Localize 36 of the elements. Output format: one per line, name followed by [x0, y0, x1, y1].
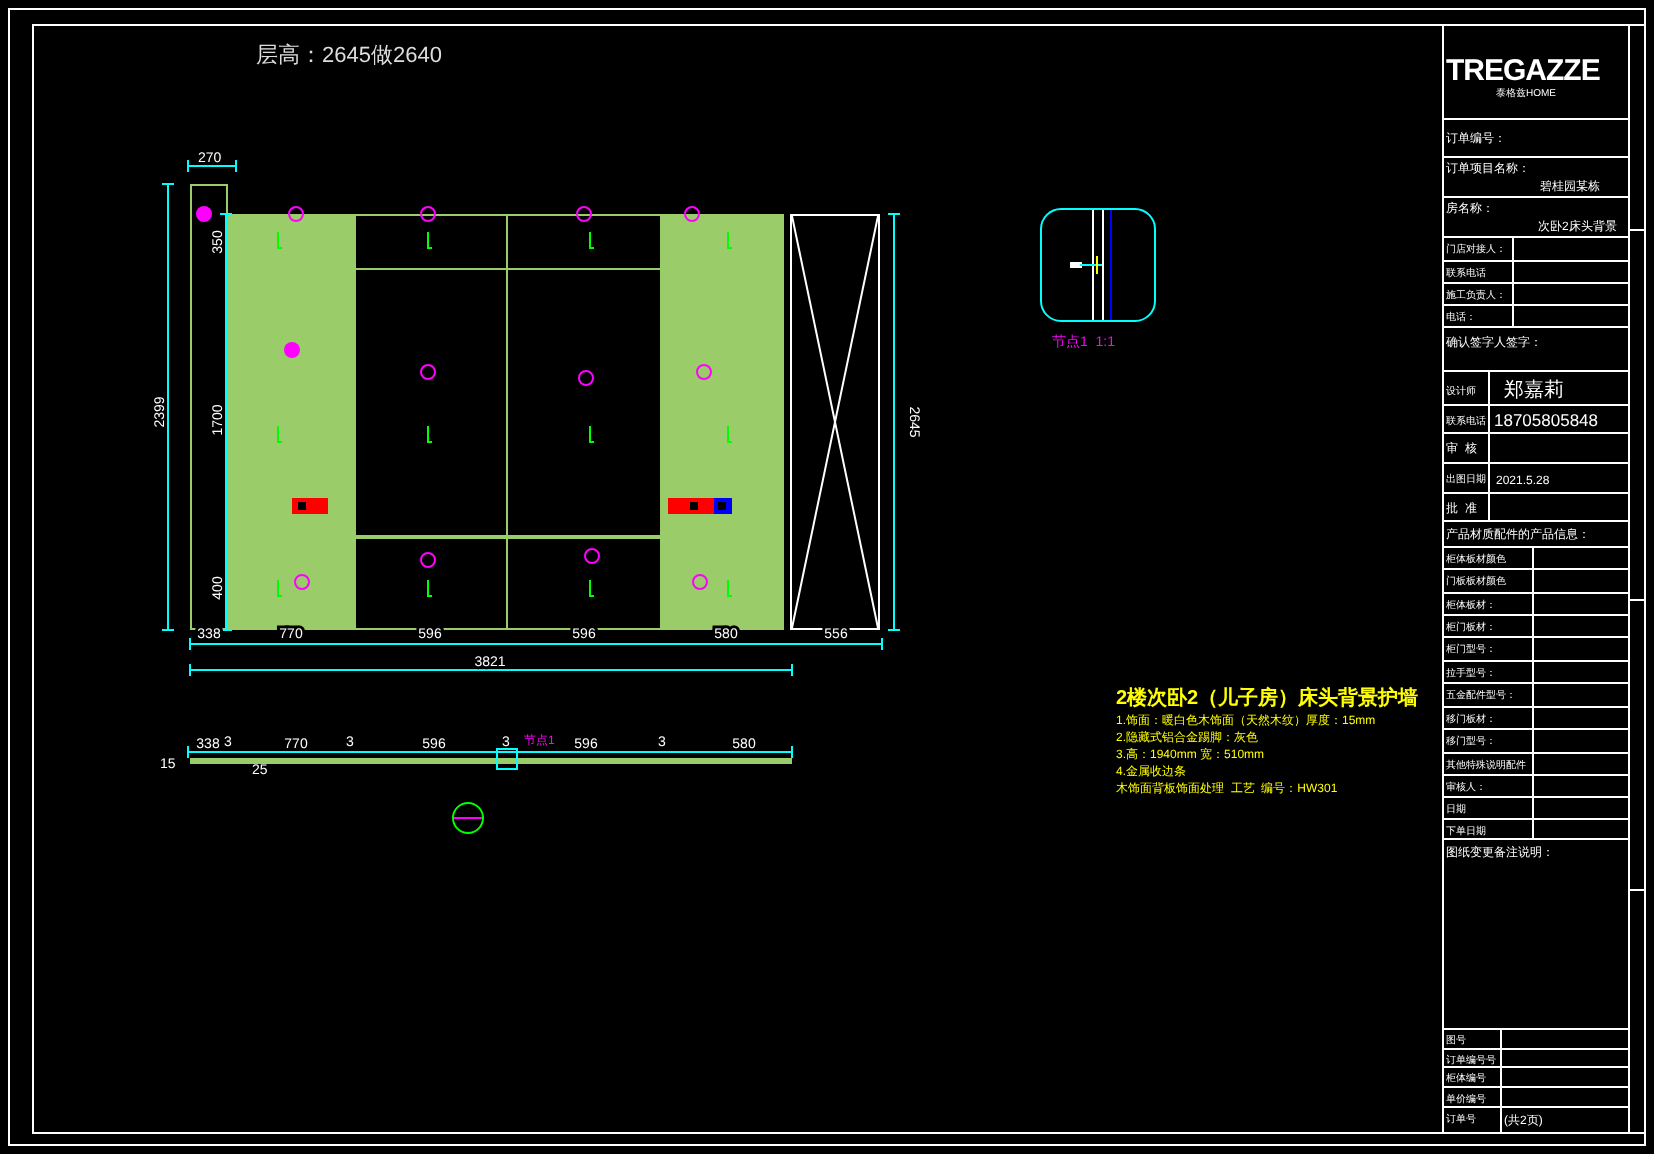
socket-marker-icon	[420, 364, 436, 380]
grain-mark-icon	[589, 231, 595, 249]
light-marker-icon	[284, 342, 300, 358]
light-marker-icon	[196, 206, 212, 222]
grain-mark-icon	[589, 425, 595, 443]
grain-mark-icon	[277, 579, 283, 597]
grain-mark-icon	[589, 579, 595, 597]
floor-height-note: 层高：2645做2640	[256, 44, 442, 68]
socket-marker-icon	[288, 206, 304, 222]
switch-icon	[668, 498, 732, 514]
grain-mark-icon	[427, 579, 433, 597]
phone-number: 18705805848	[1494, 410, 1599, 430]
grain-mark-icon	[727, 425, 733, 443]
section-symbol-icon	[452, 802, 484, 834]
brand-logo: TREGAZZE	[1446, 54, 1600, 88]
designer-name: 郑嘉莉	[1504, 380, 1564, 402]
notes-title: 2楼次卧2（儿子房）床头背景护墙	[1116, 688, 1419, 710]
grain-mark-icon	[727, 231, 733, 249]
socket-marker-icon	[576, 206, 592, 222]
grain-mark-icon	[727, 579, 733, 597]
socket-marker-icon	[578, 370, 594, 386]
dimension-line	[187, 159, 237, 173]
grain-mark-icon	[427, 231, 433, 249]
socket-marker-icon	[420, 206, 436, 222]
grain-mark-icon	[277, 425, 283, 443]
switch-icon	[292, 498, 328, 514]
socket-marker-icon	[696, 364, 712, 380]
socket-marker-icon	[584, 548, 600, 564]
detail-view-drawing	[1040, 208, 1156, 322]
socket-marker-icon	[692, 574, 708, 590]
detail-callout-icon	[496, 748, 518, 770]
grain-mark-icon	[277, 231, 283, 249]
socket-marker-icon	[420, 552, 436, 568]
socket-marker-icon	[294, 574, 310, 590]
socket-marker-icon	[684, 206, 700, 222]
grain-mark-icon	[427, 425, 433, 443]
